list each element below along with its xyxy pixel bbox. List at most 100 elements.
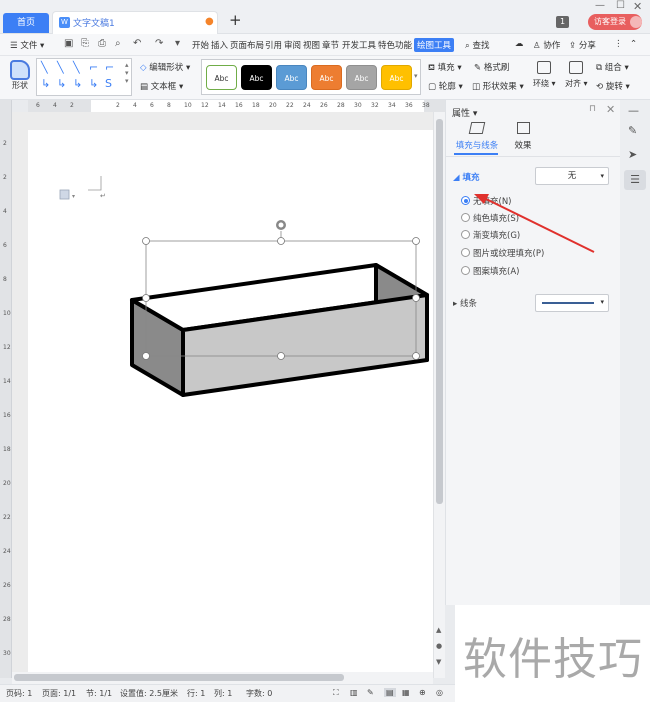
menu-page-layout[interactable]: 页面布局 [230, 39, 264, 51]
style-swatch-6[interactable]: Abc [381, 65, 412, 90]
menu-view[interactable]: 视图 [303, 39, 320, 51]
undo-icon[interactable]: ↶ [133, 38, 141, 49]
wrap-button[interactable]: 环绕 ▾ [533, 61, 556, 89]
properties-settings-icon[interactable]: ☰ [624, 170, 646, 190]
menu-developer[interactable]: 开发工具 [342, 39, 376, 51]
guest-login-button[interactable]: 访客登录 [588, 14, 642, 30]
menu-review[interactable]: 审阅 [284, 39, 301, 51]
collaborate-button[interactable]: ♙ 协作 [533, 39, 560, 51]
web-view-icon[interactable]: ⊕ [419, 688, 426, 697]
new-tab-plus-icon[interactable]: + [229, 11, 242, 29]
status-setting[interactable]: 设置值: 2.5厘米 [120, 688, 178, 699]
divider [446, 156, 621, 157]
shape-style-gallery[interactable]: Abc Abc Abc Abc Abc Abc ▾ [201, 59, 421, 95]
cursor-icon[interactable]: ➤ [628, 148, 637, 161]
status-pages[interactable]: 页面: 1/1 [42, 688, 76, 699]
collapse-ribbon-icon[interactable]: ⌃ [630, 39, 637, 49]
more-options-icon[interactable]: ⋮ [614, 39, 623, 49]
connector-double-arrow-icon[interactable]: ╲ [73, 61, 80, 74]
outline-button[interactable]: ▢ 轮廓 ▾ [428, 80, 463, 92]
menu-chapter[interactable]: 章节 [322, 39, 339, 51]
textbox-button[interactable]: ▤ 文本框 ▾ [140, 80, 183, 92]
shape-effect-button[interactable]: ◫ 形状效果 ▾ [472, 80, 524, 92]
vertical-ruler[interactable]: 2 2 4 6 8 10 12 14 16 18 20 22 24 26 28 30 [0, 100, 12, 678]
window-count-badge[interactable]: 1 [556, 16, 569, 28]
connector-z-arrow-icon[interactable]: ↳ [89, 77, 98, 90]
tab-fill-and-line[interactable]: 填充与线条 [452, 122, 502, 151]
page-view-icon[interactable]: ▤ [384, 688, 396, 697]
connector-z-icon[interactable]: ↳ [73, 77, 82, 90]
maximize-icon[interactable]: ☐ [616, 0, 625, 11]
home-tab[interactable]: 首页 [3, 13, 49, 33]
gallery-scroll-icon[interactable]: ▴ ▾ ▾ [125, 61, 129, 85]
scroll-down-page-icon[interactable]: ▼ [436, 658, 441, 666]
menu-start[interactable]: 开始 [192, 39, 209, 51]
print-preview-icon[interactable]: ⌕ [115, 38, 121, 49]
redo-icon[interactable]: ↷ [155, 38, 163, 49]
share-button[interactable]: ⇪ 分享 [569, 39, 596, 51]
scroll-up-page-icon[interactable]: ▲ [436, 626, 441, 634]
style-swatch-2[interactable]: Abc [241, 65, 272, 90]
eye-protection-icon[interactable]: ◎ [436, 688, 443, 697]
style-swatch-4[interactable]: Abc [311, 65, 342, 90]
print-icon[interactable]: ⎙ [98, 38, 106, 49]
quick-access-more-icon[interactable]: ▾ [175, 38, 180, 49]
style-swatch-1[interactable]: Abc [206, 65, 237, 90]
menu-insert[interactable]: 插入 [211, 39, 228, 51]
style-swatch-3[interactable]: Abc [276, 65, 307, 90]
scroll-select-icon[interactable]: ● [436, 642, 442, 650]
connector-gallery[interactable]: ╲ ╲ ╲ ⌐ ⌐ ↳ ↳ ↳ ↳ S ▴ ▾ ▾ [36, 58, 132, 96]
status-col[interactable]: 列: 1 [214, 688, 232, 699]
status-page[interactable]: 页码: 1 [6, 688, 32, 699]
horizontal-scrollbar[interactable] [12, 672, 433, 684]
menu-special[interactable]: 特色功能 [378, 39, 412, 51]
rotate-handle-icon[interactable] [276, 220, 286, 230]
outline-view-icon[interactable]: ▦ [402, 688, 410, 697]
panel-title[interactable]: 属性 ▾ [452, 106, 477, 119]
file-menu[interactable]: ☰ 文件 ▾ [10, 39, 44, 51]
group-button[interactable]: ⧉ 组合 ▾ [596, 61, 629, 73]
shape-button[interactable]: 形状 [8, 60, 32, 91]
fullscreen-icon[interactable]: ⛶ [333, 688, 339, 698]
panel-close-icon[interactable]: ✕ [606, 103, 615, 116]
connector-curve-icon[interactable]: ↳ [41, 77, 50, 90]
export-pdf-icon[interactable]: ⎘ [81, 38, 89, 49]
box-shape[interactable] [130, 263, 429, 397]
align-button[interactable]: 对齐 ▾ [565, 61, 588, 89]
edit-shape-button[interactable]: ◇ 编辑形状 ▾ [140, 61, 190, 73]
rotate-button[interactable]: ⟲ 旋转 ▾ [596, 80, 630, 92]
horizontal-ruler[interactable]: 6 4 2 2 4 6 8 10 12 14 16 18 20 22 24 26 28 30 32 34 36 38 [28, 100, 445, 112]
pen-icon[interactable]: ✎ [628, 124, 637, 137]
status-section[interactable]: 节: 1/1 [86, 688, 112, 699]
collapse-icon[interactable]: — [628, 104, 639, 117]
search-button[interactable]: ⌕ 查找 [465, 39, 489, 51]
ruler-tick-label: 6 [3, 242, 7, 249]
fill-button[interactable]: ⛾ 填充 ▾ [428, 61, 462, 74]
write-mode-icon[interactable]: ✎ [367, 688, 374, 697]
save-icon[interactable]: ▣ [64, 38, 73, 49]
vertical-scrollbar[interactable]: ▲ ● ▼ [433, 112, 445, 678]
read-mode-icon[interactable]: ▥ [350, 688, 358, 697]
document-page[interactable]: ▾ ↵ [28, 130, 433, 678]
minimize-icon[interactable]: — [595, 0, 605, 11]
format-painter-button[interactable]: ✎ 格式刷 [474, 61, 509, 73]
connector-elbow-icon[interactable]: ⌐ [89, 61, 98, 74]
connector-straight-icon[interactable]: ╲ [41, 61, 48, 74]
style-gallery-more-icon[interactable]: ▾ [414, 72, 418, 80]
tab-effect[interactable]: 效果 [510, 122, 536, 151]
lock-icon[interactable]: ⊓ [589, 104, 596, 114]
connector-curve-arrow-icon[interactable]: ↳ [57, 77, 66, 90]
close-window-icon[interactable]: ✕ [633, 0, 642, 13]
cloud-sync-icon[interactable]: ☁ [515, 39, 524, 49]
status-words[interactable]: 字数: 0 [246, 688, 272, 699]
document-tab[interactable]: W 文字文稿1 ● [52, 11, 218, 34]
style-swatch-5[interactable]: Abc [346, 65, 377, 90]
connector-arrow-icon[interactable]: ╲ [57, 61, 64, 74]
connector-elbow-arrow-icon[interactable]: ⌐ [105, 61, 114, 74]
horizontal-scroll-thumb[interactable] [14, 674, 344, 681]
menu-drawing-tools[interactable]: 绘图工具 [414, 38, 455, 52]
status-row[interactable]: 行: 1 [187, 688, 205, 699]
connector-s-icon[interactable]: S [105, 77, 112, 90]
vertical-scroll-thumb[interactable] [436, 119, 443, 504]
menu-references[interactable]: 引用 [265, 39, 282, 51]
